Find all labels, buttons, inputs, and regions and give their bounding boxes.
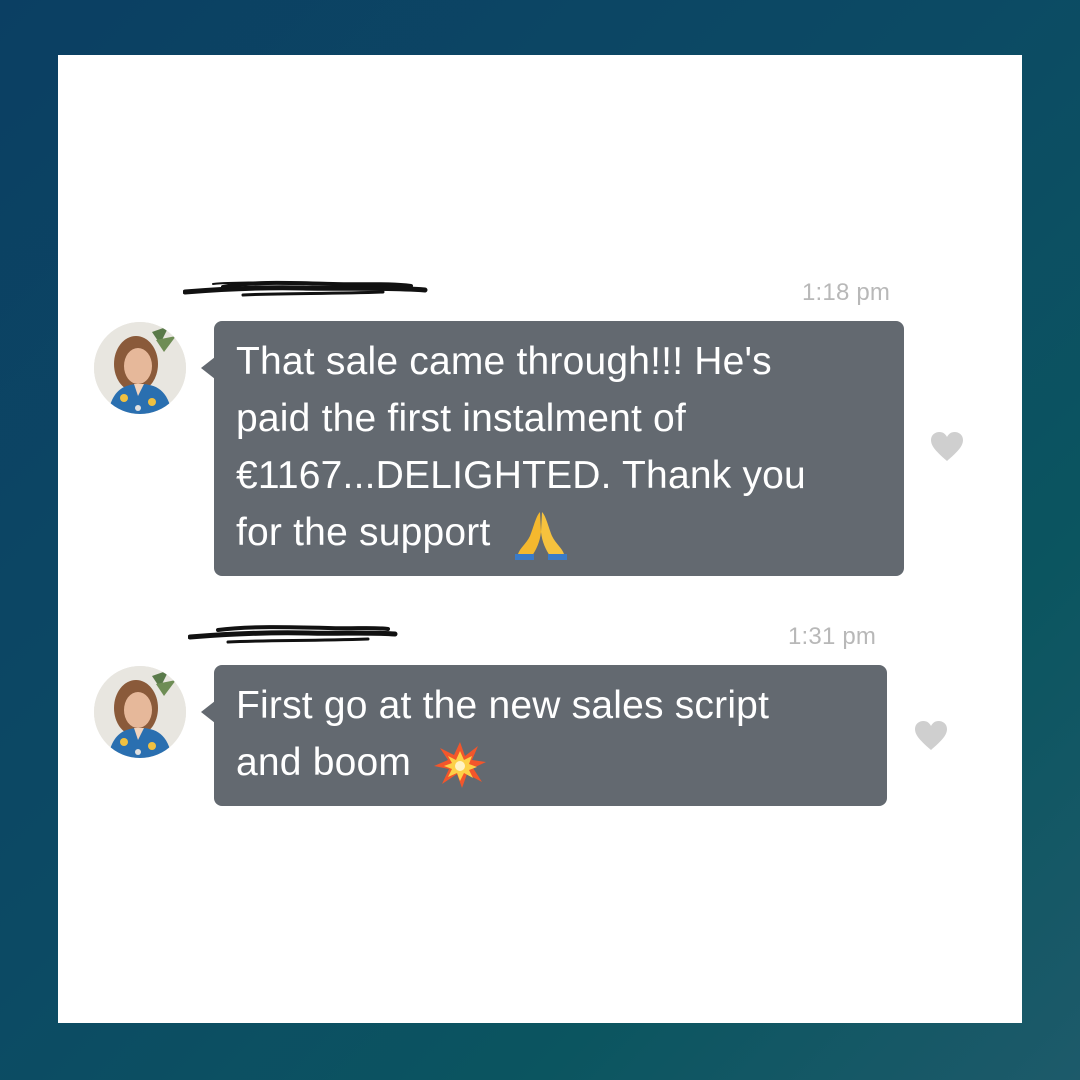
avatar-photo [94, 666, 186, 758]
message-text-line: That sale came through!!! He's [236, 340, 772, 383]
message-text-line: First go at the new sales script [236, 684, 770, 727]
redaction-scribble [183, 280, 428, 297]
message-text-line: €1167...DELIGHTED. Thank you [236, 454, 806, 497]
message-bubble[interactable]: First go at the new sales script and boo… [201, 665, 887, 806]
redaction-scribble [188, 625, 398, 644]
avatar[interactable] [94, 666, 186, 758]
message-bubble[interactable]: That sale came through!!! He's paid the … [201, 321, 904, 576]
message-text-line: paid the first instalment of [236, 397, 686, 440]
message-text-line: and boom [236, 734, 865, 791]
heart-icon[interactable] [930, 431, 964, 463]
chat-card: 1:18 pm That sale came through!!! He's p… [58, 55, 1022, 1023]
message-timestamp: 1:31 pm [788, 623, 877, 650]
message-text-line: for the support [236, 504, 882, 561]
sender-name-redacted [188, 621, 398, 645]
avatar[interactable] [94, 322, 186, 414]
praying-hands-icon [514, 511, 567, 560]
sender-name-redacted [183, 275, 428, 299]
collision-icon [434, 741, 487, 788]
heart-icon[interactable] [914, 720, 948, 752]
avatar-photo [94, 322, 186, 414]
message-timestamp: 1:18 pm [802, 279, 891, 306]
